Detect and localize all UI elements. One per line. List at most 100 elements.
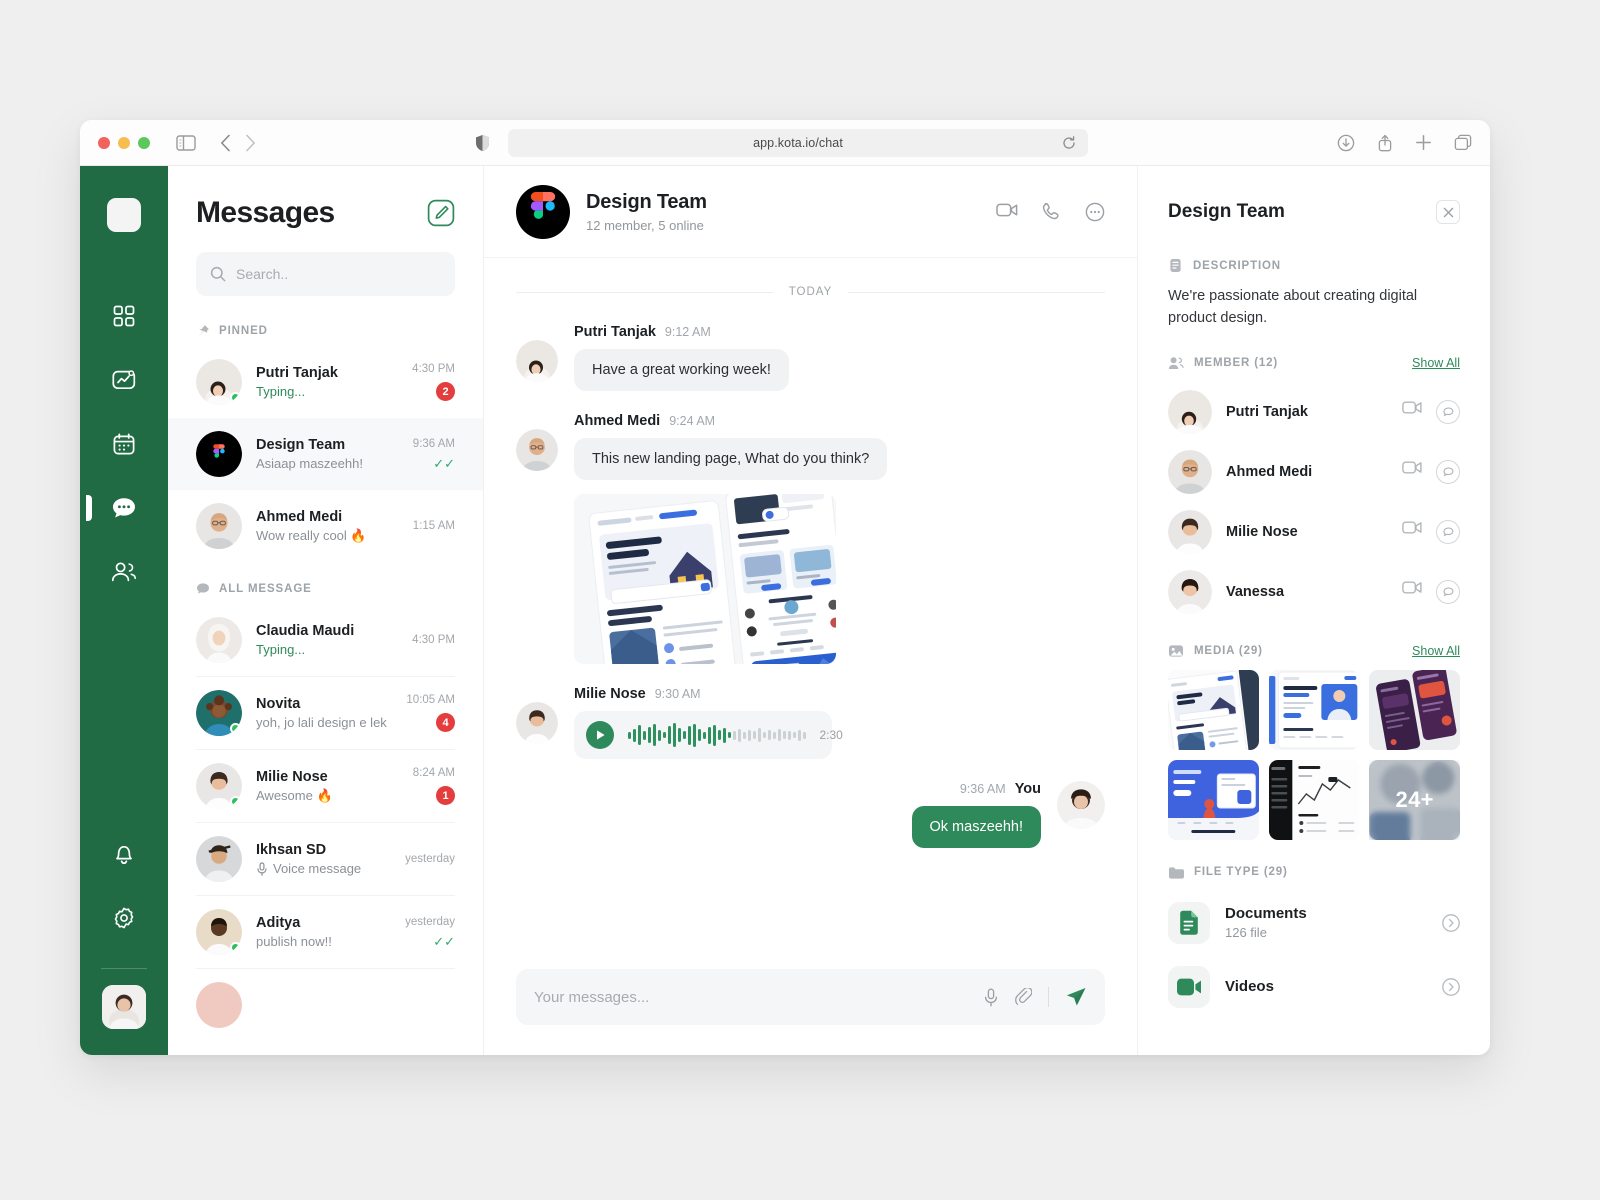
chart-icon xyxy=(112,369,136,391)
chat-icon[interactable] xyxy=(1436,519,1460,544)
conversation-time: 4:30 PM xyxy=(412,634,455,646)
plus-icon[interactable] xyxy=(1415,134,1432,152)
chat-icon[interactable] xyxy=(1436,459,1460,484)
browser-window: app.kota.io/chat Messages Search.. PINNE… xyxy=(80,120,1490,1055)
member-row-putri-tanjak[interactable]: Putri Tanjak xyxy=(1168,382,1460,442)
conversation-preview: Asiaap maszeehh! xyxy=(256,456,363,471)
current-user-avatar[interactable] xyxy=(102,985,146,1029)
app-logo-icon[interactable] xyxy=(101,198,141,232)
conversation-item-ahmed-medi[interactable]: Ahmed Medi Wow really cool 🔥 1:15 AM xyxy=(168,490,483,562)
sidebar-item-analytics[interactable] xyxy=(100,356,148,404)
sidebar-item-messages[interactable] xyxy=(100,484,148,532)
sidebar-item-calendar[interactable] xyxy=(100,420,148,468)
media-thumbnail[interactable] xyxy=(1268,759,1360,840)
media-thumbnail[interactable] xyxy=(1268,669,1360,750)
chat-subtitle: 12 member, 5 online xyxy=(586,217,704,233)
window-controls[interactable] xyxy=(98,136,150,149)
back-arrow-icon[interactable] xyxy=(220,134,231,152)
member-name: Putri Tanjak xyxy=(1226,403,1308,420)
message-author: Ahmed Medi xyxy=(574,413,661,429)
conversation-item-ikhsan-sd[interactable]: Ikhsan SD Voice message yesterday xyxy=(168,823,483,895)
maximize-window-button[interactable] xyxy=(138,136,150,149)
sidebar-item-contacts[interactable] xyxy=(100,548,148,596)
paperclip-icon[interactable] xyxy=(1015,987,1032,1007)
download-icon[interactable] xyxy=(1337,134,1355,152)
conversation-name: Aditya xyxy=(256,915,301,931)
avatar xyxy=(1168,569,1212,614)
media-thumbnail-more[interactable]: 24+ xyxy=(1369,759,1460,840)
voice-message-player[interactable]: 2:30 xyxy=(574,711,843,759)
minimize-window-button[interactable] xyxy=(118,136,130,149)
conversation-name: Ahmed Medi xyxy=(256,508,343,525)
details-body[interactable]: DESCRIPTION We're passionate about creat… xyxy=(1138,258,1490,1055)
message-thread[interactable]: TODAY Putri Tanjak 9:12 AM Have a great … xyxy=(484,258,1137,955)
message-image-attachment[interactable] xyxy=(574,494,836,664)
media-thumbnail[interactable] xyxy=(1168,669,1259,750)
file-type-row-videos[interactable]: Videos xyxy=(1168,955,1460,1019)
video-call-icon[interactable] xyxy=(996,202,1018,222)
reload-icon[interactable] xyxy=(1062,135,1076,150)
share-icon[interactable] xyxy=(1377,134,1393,152)
chat-bubble-icon xyxy=(111,496,137,520)
close-icon[interactable] xyxy=(1436,200,1460,224)
conversation-item-partial[interactable] xyxy=(168,969,483,1041)
microphone-icon[interactable] xyxy=(983,988,999,1007)
preview-text: Voice message xyxy=(273,861,362,876)
file-type-row-documents[interactable]: Documents 126 file xyxy=(1168,891,1460,955)
message-ahmed-medi: Ahmed Medi 9:24 AM This new landing page… xyxy=(516,413,1105,664)
sidebar-item-dashboard[interactable] xyxy=(100,292,148,340)
media-section-label: MEDIA (29) Show All xyxy=(1168,644,1460,658)
conversation-time: yesterday xyxy=(405,853,455,865)
message-bubble: Ok maszeehh! xyxy=(911,806,1041,848)
chat-icon[interactable] xyxy=(1436,399,1460,424)
sidebar-toggle-icon[interactable] xyxy=(176,134,196,151)
chat-icon[interactable] xyxy=(1436,579,1460,604)
video-call-icon[interactable] xyxy=(1402,400,1422,424)
conversation-item-design-team[interactable]: Design Team Asiaap maszeehh! 9:36 AM ✓✓ xyxy=(168,418,483,490)
video-call-icon[interactable] xyxy=(1402,580,1422,604)
forward-arrow-icon[interactable] xyxy=(245,134,256,152)
message-composer[interactable] xyxy=(516,969,1105,1025)
conversation-item-novita[interactable]: Novita yoh, jo lali design e lek 10:05 A… xyxy=(168,677,483,749)
avatar xyxy=(1057,781,1105,829)
conversation-time: 9:36 AM xyxy=(412,438,455,450)
message-bubble: Have a great working week! xyxy=(574,349,789,391)
conversation-name: Design Team xyxy=(256,437,346,453)
url-bar[interactable]: app.kota.io/chat xyxy=(508,128,1088,157)
chevron-right-icon[interactable] xyxy=(1442,914,1460,932)
conversation-item-putri-tanjak[interactable]: Putri Tanjak Typing... 4:30 PM 2 xyxy=(168,346,483,418)
rail-divider xyxy=(101,968,147,969)
phone-call-icon[interactable] xyxy=(1042,202,1061,222)
search-box[interactable] xyxy=(196,252,455,296)
member-show-all-link[interactable]: Show All xyxy=(1412,356,1460,370)
media-show-all-link[interactable]: Show All xyxy=(1412,644,1460,658)
conversation-preview: Typing... xyxy=(256,642,306,657)
media-thumbnail[interactable] xyxy=(1168,759,1259,840)
send-icon[interactable] xyxy=(1065,986,1087,1008)
member-row-vanessa[interactable]: Vanessa xyxy=(1168,562,1460,622)
play-icon[interactable] xyxy=(586,721,614,749)
sidebar-item-notifications[interactable] xyxy=(100,830,148,878)
more-options-icon[interactable] xyxy=(1085,202,1105,222)
search-input[interactable] xyxy=(236,266,441,282)
conversation-item-aditya[interactable]: Aditya publish now!! yesterday ✓✓ xyxy=(168,896,483,968)
video-call-icon[interactable] xyxy=(1402,460,1422,484)
section-label-text: ALL MESSAGE xyxy=(219,583,312,595)
message-putri-tanjak: Putri Tanjak 9:12 AM Have a great workin… xyxy=(516,324,1105,391)
shield-icon[interactable] xyxy=(475,134,490,152)
video-call-icon[interactable] xyxy=(1402,520,1422,544)
conversation-item-claudia-maudi[interactable]: Claudia Maudi Typing... 4:30 PM xyxy=(168,604,483,676)
close-window-button[interactable] xyxy=(98,136,110,149)
member-row-ahmed-medi[interactable]: Ahmed Medi xyxy=(1168,442,1460,502)
media-thumbnail[interactable] xyxy=(1369,669,1460,750)
conversation-item-milie-nose[interactable]: Milie Nose Awesome 🔥 8:24 AM 1 xyxy=(168,750,483,822)
day-separator: TODAY xyxy=(516,286,1105,298)
tabs-overview-icon[interactable] xyxy=(1454,134,1472,152)
conversation-preview: Awesome 🔥 xyxy=(256,787,333,803)
chevron-right-icon[interactable] xyxy=(1442,978,1460,996)
conversation-scroller[interactable]: PINNED Putri Tanjak Typing... 4:30 PM 2 xyxy=(168,304,483,1055)
message-input[interactable] xyxy=(534,988,967,1006)
sidebar-item-settings[interactable] xyxy=(100,894,148,942)
compose-icon[interactable] xyxy=(427,199,455,227)
member-row-milie-nose[interactable]: Milie Nose xyxy=(1168,502,1460,562)
